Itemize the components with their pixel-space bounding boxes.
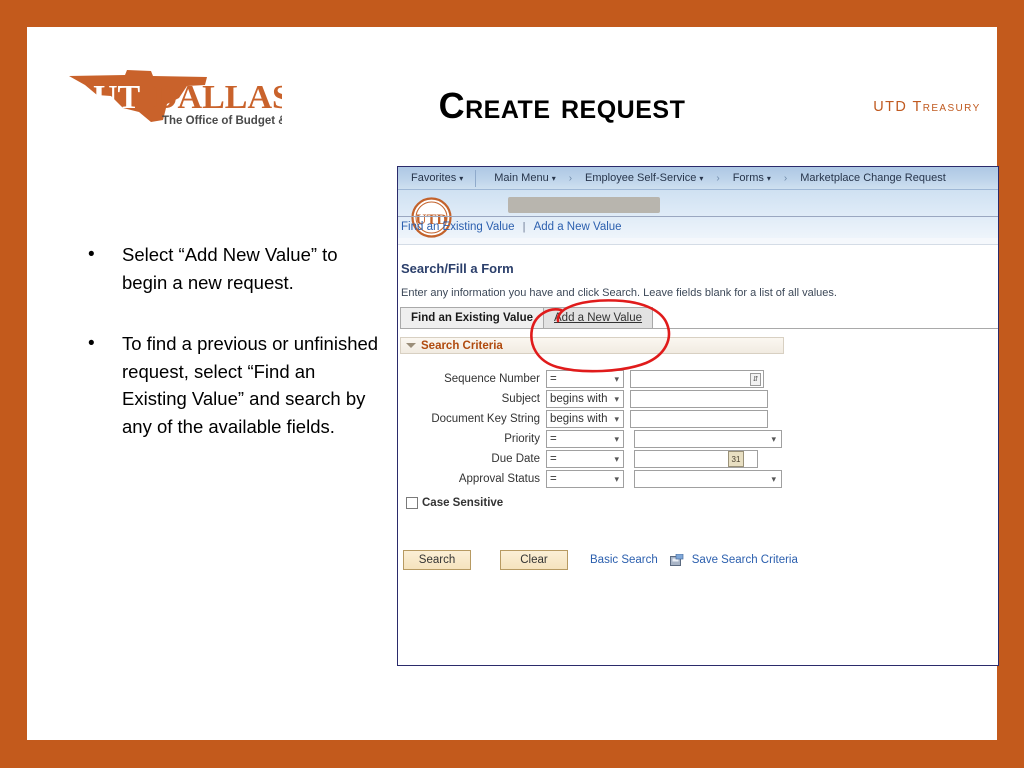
bullet-list: • Select “Add New Value” to begin a new … [82, 241, 382, 474]
chevron-down-icon: ▾ [771, 473, 776, 484]
bullet-text: To find a previous or unfinished request… [122, 333, 379, 437]
chevron-right-icon: › [783, 172, 788, 184]
operator-select-approval-status[interactable]: = ▾ [546, 470, 624, 488]
checkbox-box[interactable] [406, 497, 418, 509]
list-item: • To find a previous or unfinished reque… [82, 330, 382, 440]
field-row-priority: Priority = ▾ ▾ [398, 430, 998, 450]
chevron-down-icon: ▾ [459, 174, 464, 183]
nav-employee-self-service[interactable]: Employee Self-Service ▾ [579, 172, 709, 184]
chevron-right-icon: › [568, 172, 573, 184]
field-label: Subject [501, 393, 540, 405]
case-sensitive-checkbox[interactable]: Case Sensitive [406, 497, 503, 509]
search-criteria-label: Search Criteria [421, 339, 503, 352]
field-row-document-key-string: Document Key String begins with ▾ [398, 410, 998, 430]
svg-text:UT: UT [93, 79, 141, 116]
nav-forms[interactable]: Forms ▾ [727, 172, 777, 184]
field-row-due-date: Due Date = ▾ 31 [398, 450, 998, 470]
operator-select-subject[interactable]: begins with ▾ [546, 390, 624, 408]
page-title: Create request [438, 85, 686, 126]
operator-select-sequence-number[interactable]: = ▾ [546, 370, 624, 388]
divider: | [522, 221, 526, 233]
svg-text:The Office of Budget & Finance: The Office of Budget & Finance [162, 115, 282, 127]
field-label: Document Key String [431, 413, 540, 425]
ut-dallas-logo: UT DALLAS The Office of Budget & Finance [67, 68, 282, 130]
bullet-text: Select “Add New Value” to begin a new re… [122, 244, 338, 293]
redacted-username [508, 197, 660, 213]
field-label: Due Date [491, 453, 540, 465]
field-row-approval-status: Approval Status = ▾ ▾ [398, 470, 998, 490]
save-search-criteria-link[interactable]: Save Search Criteria [692, 554, 798, 566]
search-criteria-section-header[interactable]: Search Criteria [400, 337, 784, 354]
chevron-down-icon: ▾ [614, 434, 619, 444]
search-input-document-key-string[interactable] [630, 410, 768, 428]
value-select-approval-status[interactable]: ▾ [634, 470, 782, 488]
value-select-priority[interactable]: ▾ [634, 430, 782, 448]
nav-marketplace-change-request[interactable]: Marketplace Change Request [794, 172, 952, 184]
breadcrumb: Favorites ▾ Main Menu ▾ › Employee Self-Se… [398, 167, 998, 190]
footer-links: Find an Existing Value | Add a New Value [398, 216, 998, 233]
operator-select-priority[interactable]: = ▾ [546, 430, 624, 448]
field-row-sequence-number: Sequence Number = ▾ ⇵ [398, 370, 998, 390]
chevron-down-icon: ▾ [614, 394, 619, 404]
search-button[interactable]: Search [403, 550, 471, 570]
nav-favorites[interactable]: Favorites ▾ [405, 172, 469, 184]
list-item: • Select “Add New Value” to begin a new … [82, 241, 382, 296]
collapse-triangle-icon[interactable] [406, 343, 416, 348]
chevron-down-icon: ▾ [614, 474, 619, 484]
operator-select-due-date[interactable]: = ▾ [546, 450, 624, 468]
tab-bar: Find an Existing Value Add a New Value [400, 307, 998, 329]
footer-link-add-new[interactable]: Add a New Value [533, 221, 623, 233]
lookup-icon[interactable]: ⇵ [750, 372, 761, 386]
instruction-text: Enter any information you have and click… [401, 287, 837, 299]
case-sensitive-label: Case Sensitive [422, 497, 504, 509]
treasury-label: UTD Treasury [873, 99, 981, 115]
field-label: Priority [504, 433, 540, 445]
search-input-subject[interactable] [630, 390, 768, 408]
search-input-sequence-number[interactable]: ⇵ [630, 370, 764, 388]
divider [475, 169, 477, 187]
tab-find-an-existing-value[interactable]: Find an Existing Value [400, 307, 545, 328]
field-label: Approval Status [458, 473, 540, 485]
field-row-subject: Subject begins with ▾ [398, 390, 998, 410]
action-bar: Search Clear Basic Search Save Search Cr… [398, 550, 998, 570]
slide-content-area: UT DALLAS The Office of Budget & Finance… [27, 27, 999, 740]
chevron-down-icon: ▾ [699, 174, 704, 183]
svg-text:DALLAS: DALLAS [153, 79, 282, 116]
tab-add-a-new-value[interactable]: Add a New Value [543, 307, 654, 328]
chevron-down-icon: ▾ [771, 433, 776, 444]
chevron-down-icon: ▾ [551, 174, 556, 183]
slide-canvas: UT DALLAS The Office of Budget & Finance… [0, 0, 1024, 768]
save-criteria-icon[interactable] [669, 553, 684, 567]
clear-button[interactable]: Clear [500, 550, 568, 570]
bullet-marker: • [88, 333, 95, 354]
bullet-marker: • [88, 244, 95, 265]
chevron-down-icon: ▾ [766, 174, 771, 183]
chevron-down-icon: ▾ [614, 374, 619, 384]
peoplesoft-screenshot: Favorites ▾ Main Menu ▾ › Employee Self-Se… [397, 166, 999, 666]
header-strip [398, 238, 998, 244]
operator-select-document-key-string[interactable]: begins with ▾ [546, 410, 624, 428]
footer-link-find-existing[interactable]: Find an Existing Value [400, 221, 516, 233]
chevron-down-icon: ▾ [614, 454, 619, 464]
chevron-down-icon: ▾ [614, 414, 619, 424]
chevron-right-icon: › [716, 172, 720, 184]
page-heading: Search/Fill a Form [401, 261, 514, 276]
calendar-icon[interactable]: 31 [728, 451, 744, 467]
nav-main-menu[interactable]: Main Menu ▾ [488, 172, 561, 184]
search-criteria-fields: Sequence Number = ▾ ⇵ Subject begins wit… [398, 370, 998, 490]
field-label: Sequence Number [444, 373, 540, 385]
basic-search-link[interactable]: Basic Search [590, 554, 658, 566]
